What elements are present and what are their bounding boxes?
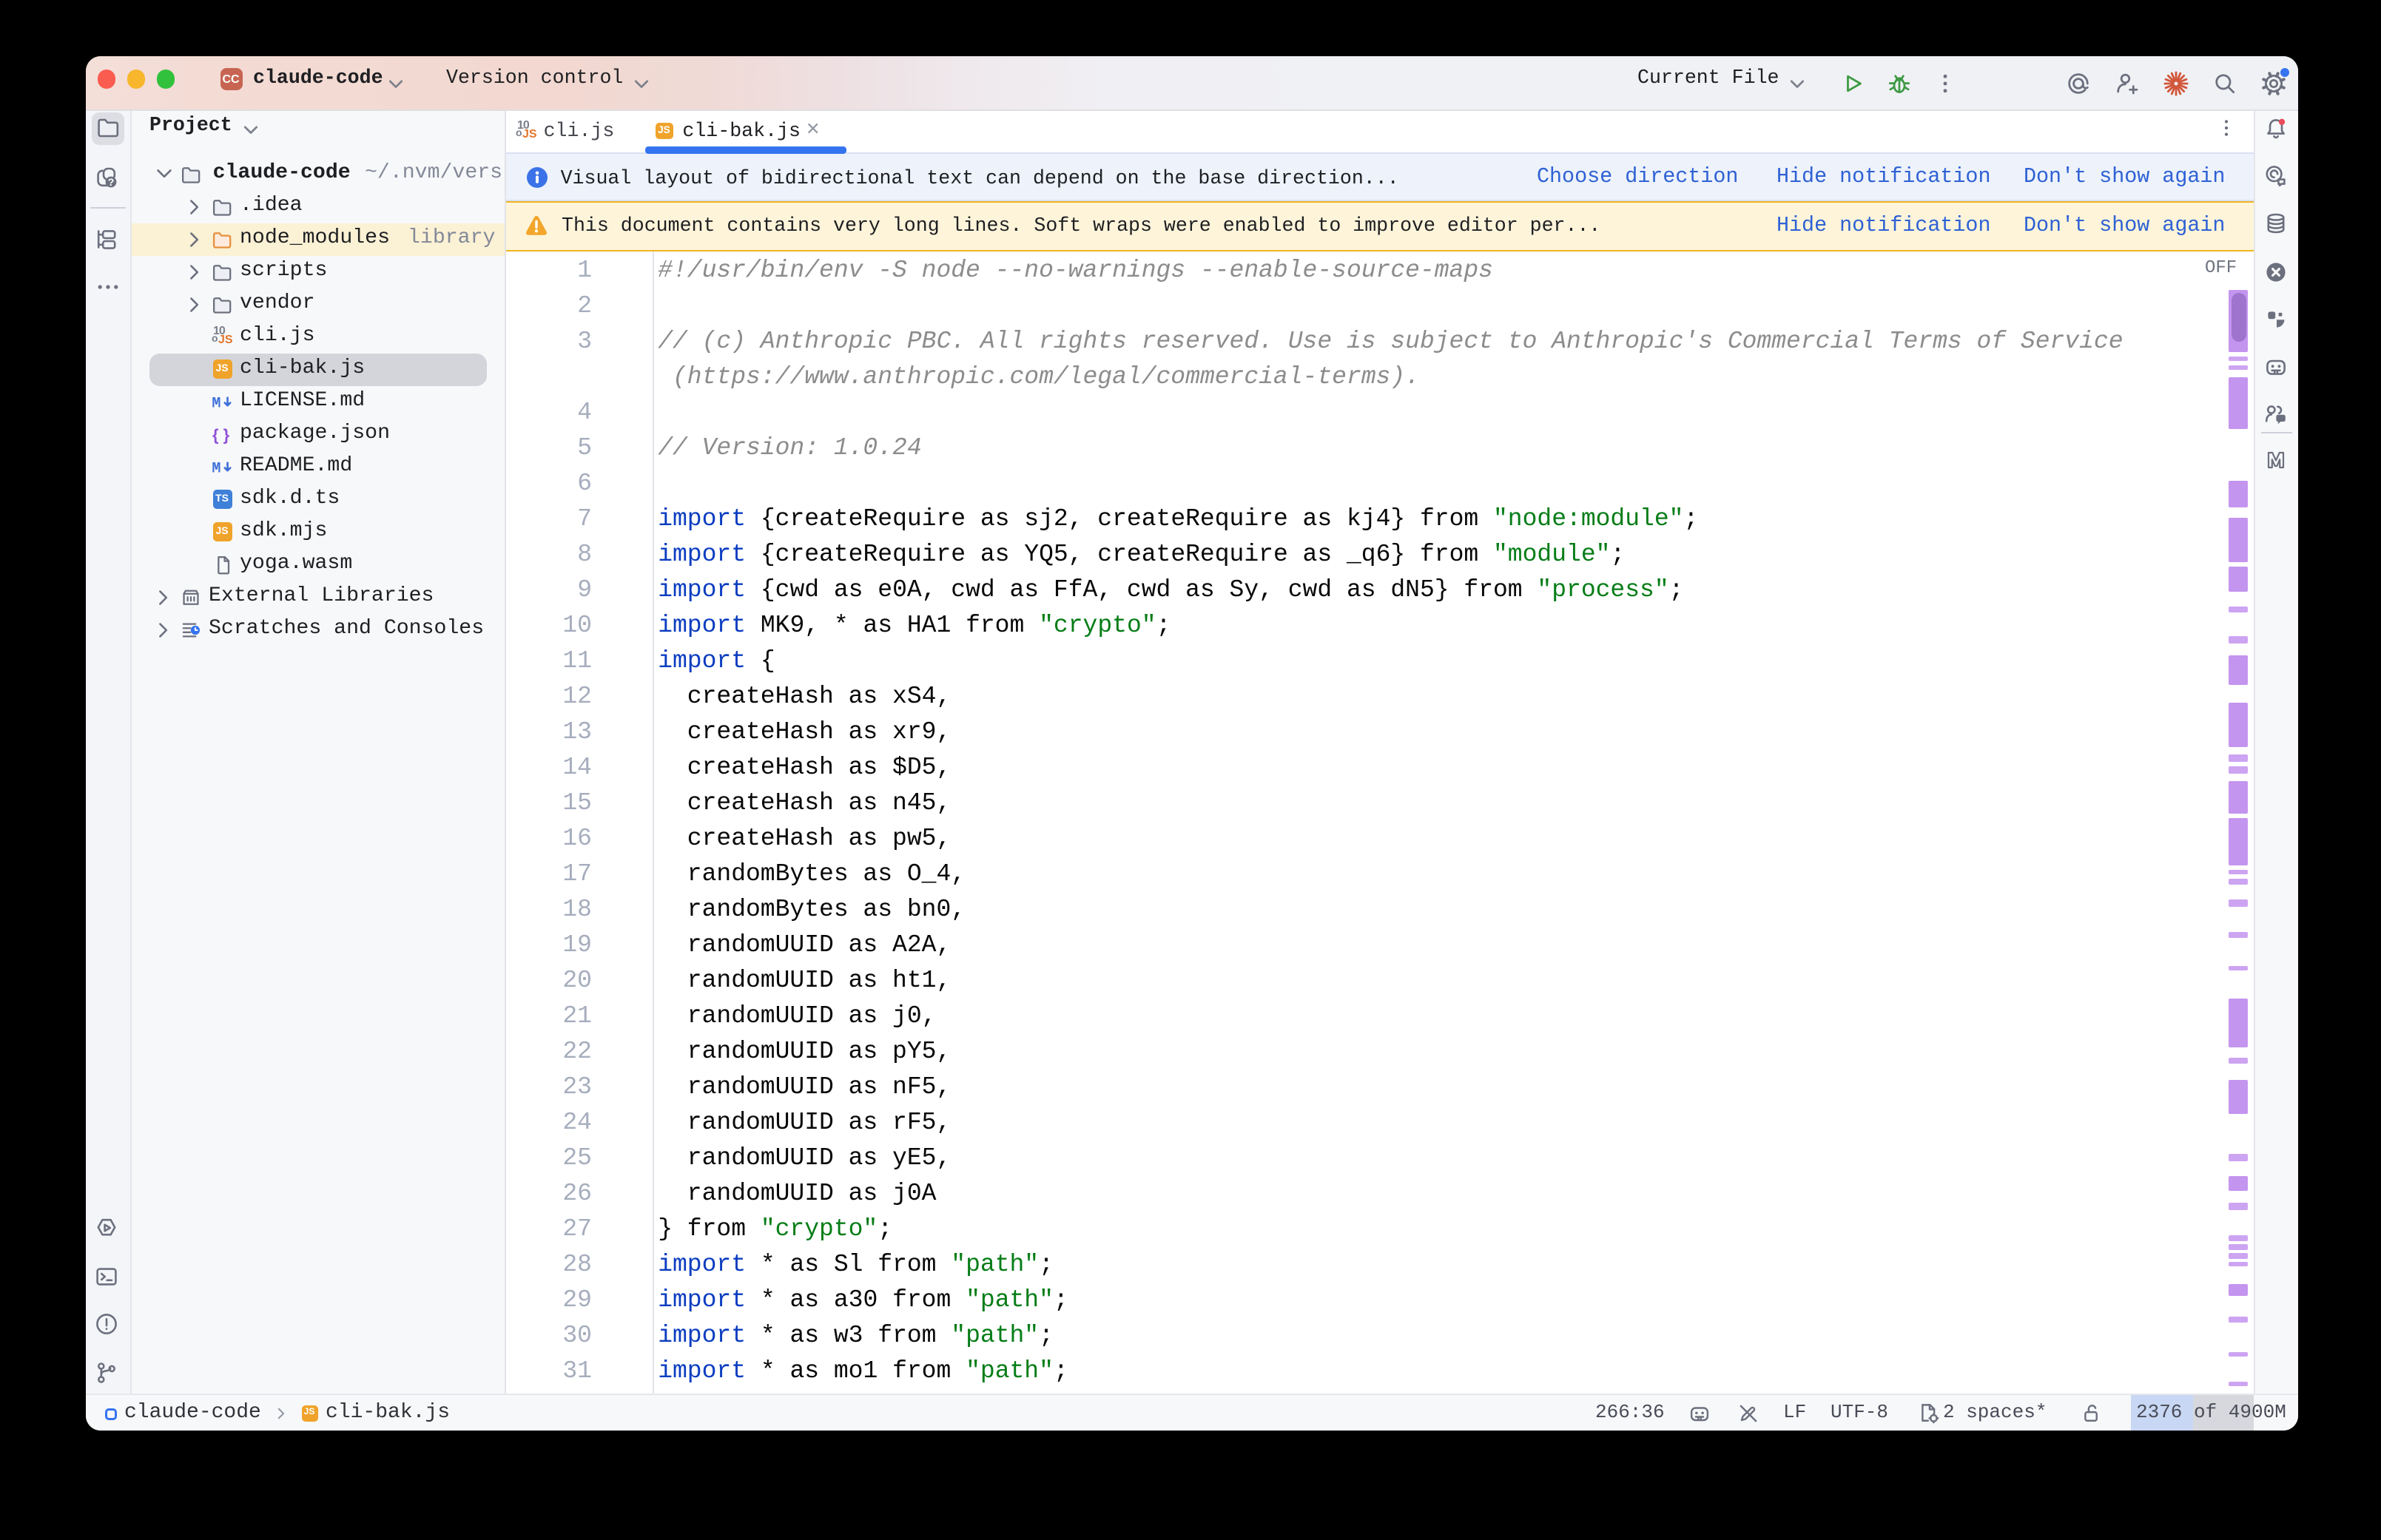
svg-text:M: M bbox=[212, 396, 220, 413]
svg-text:M: M bbox=[212, 461, 220, 478]
svg-text:{ }: { } bbox=[212, 426, 230, 445]
svg-text:?: ? bbox=[108, 176, 115, 188]
